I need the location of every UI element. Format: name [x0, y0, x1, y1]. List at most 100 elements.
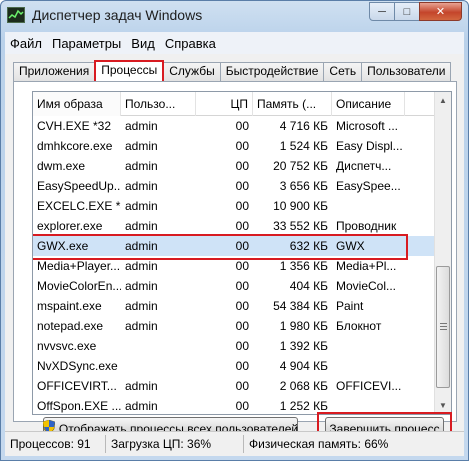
table-cell: 00: [235, 359, 249, 373]
col-description[interactable]: Описание: [332, 92, 405, 116]
table-cell: admin: [125, 179, 158, 193]
table-cell: Проводник: [336, 219, 397, 233]
vertical-scrollbar[interactable]: ▲ ▼: [434, 92, 451, 414]
menu-bar: Файл Параметры Вид Справка: [5, 32, 464, 54]
table-cell: Media+Player...: [37, 259, 121, 273]
tab-processes[interactable]: Процессы: [94, 60, 165, 81]
table-row[interactable]: dmhkcore.exe admin 00 1 524 КБ Easy Displ...: [33, 136, 451, 156]
table-cell: 00: [235, 299, 249, 313]
table-cell: EasySpee...: [336, 179, 401, 193]
table-cell: 4 716 КБ: [279, 119, 328, 133]
table-cell: [121, 356, 196, 376]
scroll-up-icon[interactable]: ▲: [435, 92, 451, 109]
task-manager-window: Диспетчер задач Windows ─ □ ✕ Файл Парам…: [0, 0, 469, 461]
table-cell: OFFICEVIRT...: [37, 379, 117, 393]
table-cell: 33 552 КБ: [273, 219, 328, 233]
col-image-name[interactable]: Имя образа: [33, 92, 121, 116]
table-cell: 3 656 КБ: [279, 179, 328, 193]
grip-icon: [440, 323, 447, 330]
processes-panel: Имя образа Пользо... ЦП Память (... Опис…: [13, 81, 457, 444]
maximize-button[interactable]: □: [394, 2, 420, 21]
status-memory: Физическая память: 66%: [249, 436, 389, 451]
table-cell: nvvsvc.exe: [37, 339, 97, 353]
table-cell: GWX.exe: [37, 239, 89, 253]
menu-view[interactable]: Вид: [126, 36, 160, 51]
table-cell: OFFICEVI...: [336, 379, 402, 393]
scroll-thumb[interactable]: [436, 266, 450, 388]
client-area: Приложения Процессы Службы Быстродействи…: [5, 54, 464, 456]
minimize-icon: ─: [378, 5, 386, 18]
table-body: CVH.EXE *32 admin 00 4 716 КБ Microsoft ... d…: [33, 116, 451, 414]
tab-users[interactable]: Пользователи: [361, 62, 452, 81]
table-row[interactable]: explorer.exe admin 00 33 552 КБ Проводник: [33, 216, 451, 236]
tab-services[interactable]: Службы: [163, 62, 221, 81]
table-cell: EXCELC.EXE *32: [37, 199, 121, 213]
table-cell: Диспетч...: [336, 159, 392, 173]
table-cell: admin: [125, 299, 158, 313]
table-row[interactable]: dwm.exe admin 00 20 752 КБ Диспетч...: [33, 156, 451, 176]
table-cell: admin: [125, 239, 158, 253]
table-cell: CVH.EXE *32: [37, 119, 112, 133]
tab-networking[interactable]: Сеть: [323, 62, 363, 81]
table-cell: GWX: [336, 239, 365, 253]
window-controls: ─ □ ✕: [369, 2, 462, 21]
menu-options[interactable]: Параметры: [47, 36, 126, 51]
tab-performance[interactable]: Быстродействие: [219, 62, 325, 81]
table-row[interactable]: GWX.exe admin 00 632 КБ GWX: [33, 234, 451, 260]
table-row[interactable]: OFFICEVIRT... admin 00 2 068 КБ OFFICEVI...: [33, 376, 451, 396]
table-cell: Media+Pl...: [336, 259, 397, 273]
task-manager-icon: [7, 7, 25, 23]
table-cell: 2 068 КБ: [279, 379, 328, 393]
col-user[interactable]: Пользо...: [121, 92, 196, 116]
table-cell: [332, 196, 405, 216]
table-cell: Paint: [336, 299, 364, 313]
table-cell: admin: [125, 279, 158, 293]
table-cell: 00: [235, 339, 249, 353]
table-header: Имя образа Пользо... ЦП Память (... Опис…: [33, 92, 451, 116]
tab-applications[interactable]: Приложения: [13, 62, 96, 81]
table-cell: NvXDSync.exe: [37, 359, 118, 373]
table-row[interactable]: mspaint.exe admin 00 54 384 КБ Paint: [33, 296, 451, 316]
table-cell: 00: [235, 199, 249, 213]
table-row[interactable]: EasySpeedUp... admin 00 3 656 КБ EasySpee...: [33, 176, 451, 196]
table-cell: Microsoft ...: [336, 119, 399, 133]
table-cell: admin: [125, 159, 158, 173]
menu-help[interactable]: Справка: [160, 36, 221, 51]
table-cell: OffSpon.EXE ...: [37, 399, 121, 413]
table-cell: 00: [235, 259, 249, 273]
table-cell: 20 752 КБ: [273, 159, 328, 173]
table-row[interactable]: CVH.EXE *32 admin 00 4 716 КБ Microsoft ...: [33, 116, 451, 136]
table-cell: [121, 336, 196, 356]
title-bar[interactable]: Диспетчер задач Windows ─ □ ✕: [1, 1, 468, 31]
process-list[interactable]: Имя образа Пользо... ЦП Память (... Опис…: [32, 91, 452, 415]
table-row[interactable]: nvvsvc.exe 00 1 392 КБ: [33, 336, 451, 356]
table-cell: 4 904 КБ: [279, 359, 328, 373]
table-cell: 00: [235, 279, 249, 293]
table-cell: mspaint.exe: [37, 299, 102, 313]
table-cell: 404 КБ: [289, 279, 328, 293]
table-cell: 00: [235, 399, 249, 413]
table-cell: dmhkcore.exe: [37, 139, 113, 153]
table-row[interactable]: notepad.exe admin 00 1 980 КБ Блокнот: [33, 316, 451, 336]
table-row[interactable]: EXCELC.EXE *32 admin 00 10 900 КБ: [33, 196, 451, 216]
table-cell: notepad.exe: [37, 319, 104, 333]
table-cell: admin: [125, 139, 158, 153]
maximize-icon: □: [403, 5, 411, 18]
minimize-button[interactable]: ─: [369, 2, 395, 21]
menu-file[interactable]: Файл: [5, 36, 47, 51]
table-row[interactable]: NvXDSync.exe 00 4 904 КБ: [33, 356, 451, 376]
table-cell: explorer.exe: [37, 219, 103, 233]
col-cpu[interactable]: ЦП: [196, 92, 253, 116]
table-cell: 00: [235, 159, 249, 173]
table-cell: Easy Displ...: [336, 139, 403, 153]
table-row[interactable]: Media+Player... admin 00 1 356 КБ Media+Pl..…: [33, 256, 451, 276]
table-cell: 1 524 КБ: [279, 139, 328, 153]
status-cpu: Загрузка ЦП: 36%: [106, 434, 244, 453]
table-cell: Блокнот: [336, 319, 382, 333]
col-memory[interactable]: Память (...: [253, 92, 332, 116]
close-button[interactable]: ✕: [419, 2, 462, 21]
table-cell: 1 392 КБ: [279, 339, 328, 353]
table-cell: 1 980 КБ: [279, 319, 328, 333]
table-cell: 54 384 КБ: [273, 299, 328, 313]
table-row[interactable]: MovieColorEn... admin 00 404 КБ MovieCol...: [33, 276, 451, 296]
